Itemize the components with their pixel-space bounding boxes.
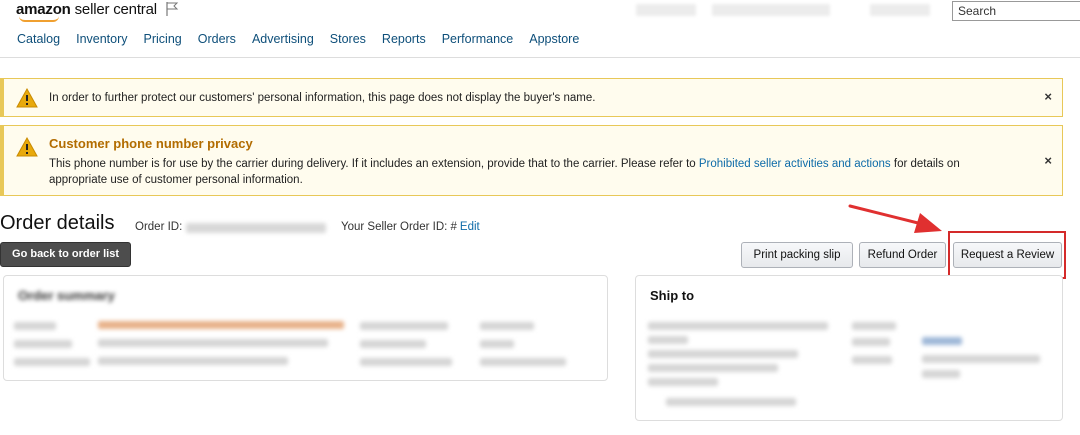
alert-message-start: This phone number is for use by the carr… [49, 158, 696, 170]
redacted-value [98, 339, 328, 347]
alert-message: This phone number is for use by the carr… [49, 156, 1019, 188]
account-selector[interactable] [712, 4, 830, 16]
redacted-label [14, 340, 72, 348]
nav-item-pricing[interactable]: Pricing [144, 32, 182, 46]
redacted-address-type [666, 398, 796, 406]
warning-icon [16, 88, 38, 108]
redacted-label [360, 358, 452, 366]
redacted-label [852, 338, 890, 346]
redacted-value [922, 370, 960, 378]
redacted-label [14, 358, 90, 366]
order-id-value-redacted [186, 223, 326, 233]
smile-icon [19, 16, 59, 22]
phone-privacy-alert: Customer phone number privacy This phone… [0, 125, 1063, 196]
redacted-value [98, 357, 288, 365]
redacted-address [648, 364, 778, 372]
seller-order-id: Your Seller Order ID: # Edit [341, 221, 480, 233]
prohibited-activities-link[interactable]: Prohibited seller activities and actions [699, 158, 891, 170]
search-input[interactable]: Search [952, 1, 1080, 21]
redacted-label [852, 322, 896, 330]
seller-central-logo[interactable]: amazon seller central [16, 1, 157, 22]
redacted-value [480, 358, 566, 366]
redacted-address [648, 350, 798, 358]
flag-icon[interactable] [164, 1, 180, 17]
panel-title: Order summary [18, 288, 115, 303]
warning-icon [16, 137, 38, 157]
redacted-value [922, 337, 962, 345]
redacted-address [648, 336, 688, 344]
nav-item-performance[interactable]: Performance [442, 32, 514, 46]
page-title: Order details [0, 212, 115, 234]
order-summary-panel: Order summary [3, 275, 608, 381]
nav-item-advertising[interactable]: Advertising [252, 32, 314, 46]
edit-link[interactable]: Edit [460, 221, 480, 233]
logo-product: seller central [74, 1, 157, 18]
redacted-value [922, 355, 1040, 363]
redacted-label [360, 340, 426, 348]
redacted-address [648, 378, 718, 386]
order-id-label: Order ID: [135, 221, 183, 233]
close-icon[interactable]: × [1044, 89, 1052, 104]
alert-message: In order to further protect our customer… [49, 92, 596, 104]
redacted-label [360, 322, 448, 330]
nav-item-reports[interactable]: Reports [382, 32, 426, 46]
nav-item-inventory[interactable]: Inventory [76, 32, 127, 46]
redacted-value [480, 322, 534, 330]
redacted-label [852, 356, 892, 364]
seller-order-label: Your Seller Order ID: # [341, 221, 457, 233]
redacted-label [14, 322, 56, 330]
top-bar: amazon seller central Search Catalog Inv… [0, 0, 1080, 58]
nav-item-stores[interactable]: Stores [330, 32, 366, 46]
nav-item-catalog[interactable]: Catalog [17, 32, 60, 46]
redacted-value [480, 340, 514, 348]
nav-item-appstore[interactable]: Appstore [529, 32, 579, 46]
annotation-arrow-icon [848, 204, 942, 233]
redacted-address [648, 322, 828, 330]
back-to-order-list-button[interactable]: Go back to order list [0, 242, 131, 267]
marketplace-selector[interactable] [636, 4, 696, 16]
close-icon[interactable]: × [1044, 153, 1052, 168]
buyer-name-alert: In order to further protect our customer… [0, 78, 1063, 117]
redacted-value [98, 321, 344, 329]
main-nav: Catalog Inventory Pricing Orders Adverti… [17, 32, 595, 46]
refund-order-button[interactable]: Refund Order [859, 242, 946, 268]
language-selector[interactable] [870, 4, 930, 16]
ship-to-panel: Ship to [635, 275, 1063, 421]
highlight-box [948, 231, 1066, 279]
panel-title: Ship to [650, 288, 695, 303]
nav-item-orders[interactable]: Orders [198, 32, 236, 46]
print-packing-slip-button[interactable]: Print packing slip [741, 242, 853, 268]
alert-title: Customer phone number privacy [49, 136, 253, 151]
